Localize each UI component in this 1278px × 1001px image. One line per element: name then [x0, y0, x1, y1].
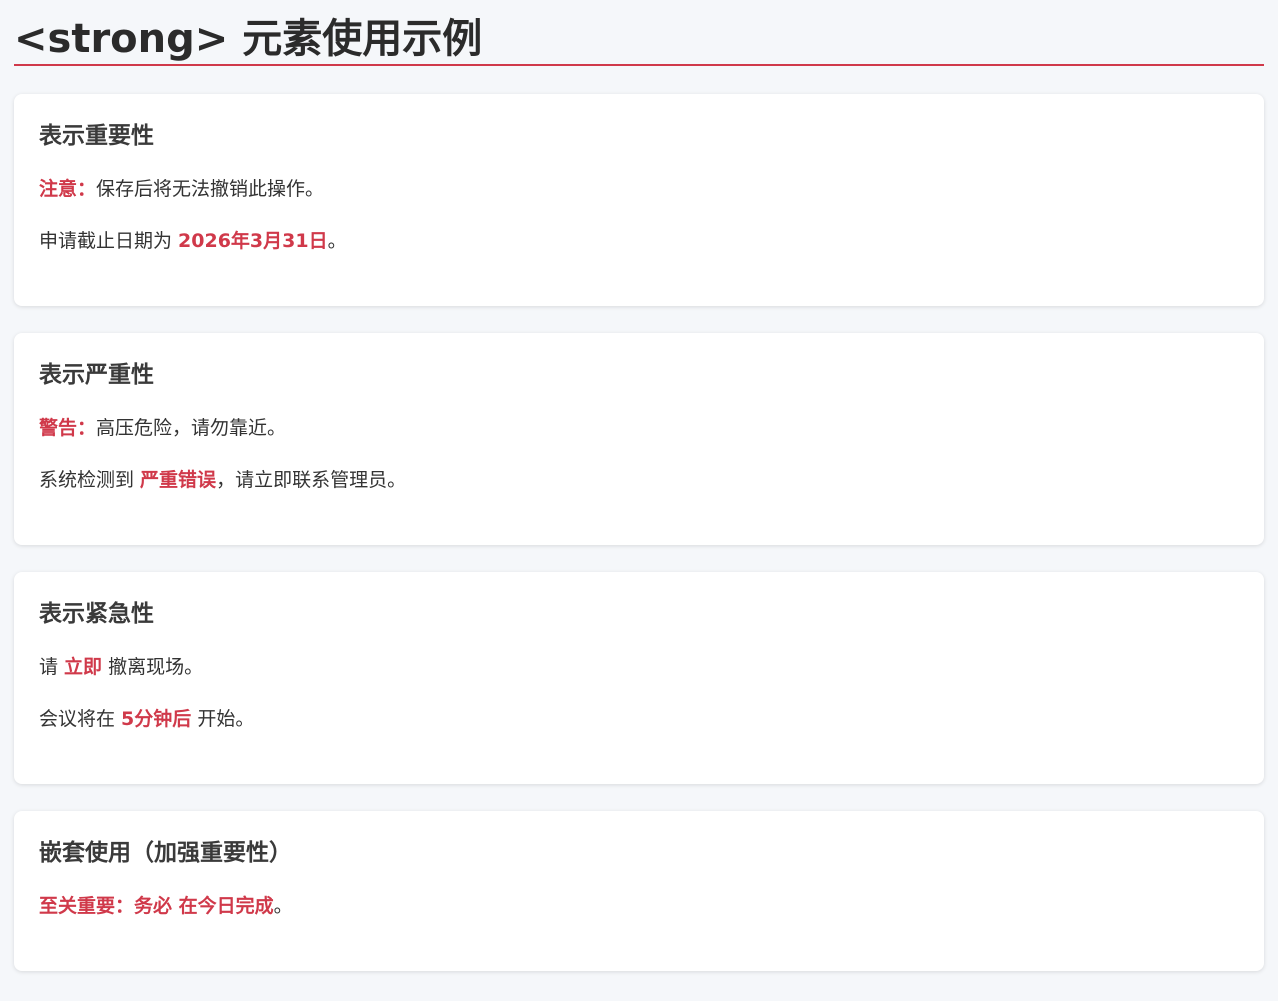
strong-text: 2026年3月31日 [178, 230, 328, 252]
paragraph-text: 请 [39, 656, 65, 678]
paragraph-text: ，请立即联系管理员。 [216, 469, 407, 491]
paragraph: 会议将在 5分钟后 开始。 [39, 704, 1239, 734]
strong-text: 至关重要：务必 [39, 895, 179, 917]
strong-text: 立即 [64, 656, 103, 678]
strong-text-outer: 至关重要：务必 在今日完成 [39, 895, 274, 917]
strong-text: 注意： [39, 178, 97, 200]
paragraph-text: 高压危险，请勿靠近。 [96, 417, 287, 439]
paragraph-text: 开始。 [191, 708, 255, 730]
paragraph-text: 申请截止日期为 [39, 230, 179, 252]
paragraph-text: 会议将在 [39, 708, 122, 730]
strong-text: 严重错误 [140, 469, 217, 491]
paragraph-text: 。 [327, 230, 347, 252]
section-heading: 表示重要性 [39, 123, 154, 149]
section-heading: 表示严重性 [39, 362, 154, 388]
strong-text: 警告： [39, 417, 97, 439]
paragraph-text: 系统检测到 [39, 469, 141, 491]
strong-text-inner: 在今日完成 [178, 895, 274, 917]
paragraph-text: 撤离现场。 [102, 656, 204, 678]
paragraph-text: 。 [273, 895, 293, 917]
section-card-severity: 表示严重性 警告：高压危险，请勿靠近。 系统检测到 严重错误，请立即联系管理员。 [14, 333, 1264, 545]
page-title: <strong> 元素使用示例 [14, 0, 1264, 66]
section-card-importance: 表示重要性 注意：保存后将无法撤销此操作。 申请截止日期为 2026年3月31日… [14, 94, 1264, 306]
paragraph: 系统检测到 严重错误，请立即联系管理员。 [39, 465, 1239, 495]
paragraph: 申请截止日期为 2026年3月31日。 [39, 226, 1239, 256]
paragraph: 请 立即 撤离现场。 [39, 652, 1239, 682]
section-card-nested: 嵌套使用（加强重要性） 至关重要：务必 在今日完成。 [14, 811, 1264, 971]
section-card-urgency: 表示紧急性 请 立即 撤离现场。 会议将在 5分钟后 开始。 [14, 572, 1264, 784]
section-heading: 嵌套使用（加强重要性） [39, 840, 292, 866]
paragraph: 注意：保存后将无法撤销此操作。 [39, 174, 1239, 204]
paragraph-text: 保存后将无法撤销此操作。 [96, 178, 325, 200]
paragraph: 至关重要：务必 在今日完成。 [39, 891, 1239, 921]
section-heading: 表示紧急性 [39, 601, 154, 627]
paragraph: 警告：高压危险，请勿靠近。 [39, 413, 1239, 443]
strong-text: 5分钟后 [121, 708, 192, 730]
